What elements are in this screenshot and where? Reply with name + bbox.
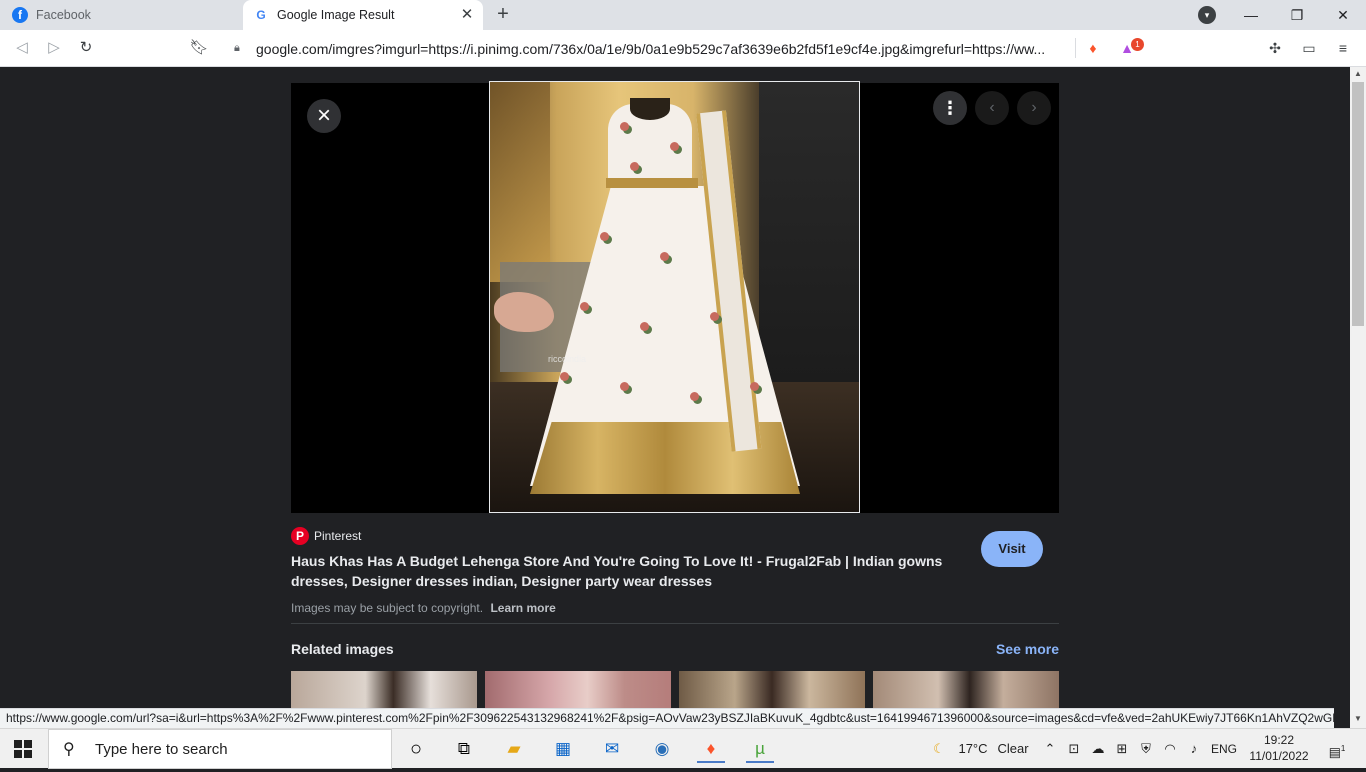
page-content: riccoindia × ⋮ ‹ › P Pinterest Haus Khas… xyxy=(0,67,1350,708)
copyright-notice: Images may be subject to copyright. Lear… xyxy=(291,601,556,615)
flower-print xyxy=(580,302,589,311)
minimize-button[interactable]: — xyxy=(1228,0,1274,30)
visit-button[interactable]: Visit xyxy=(981,531,1043,567)
image-watermark: riccoindia xyxy=(548,354,587,364)
search-icon: ⚲ xyxy=(63,741,75,758)
tab-title: Google Image Result xyxy=(277,8,395,22)
flower-print xyxy=(630,162,639,171)
search-placeholder: Type here to search xyxy=(95,740,228,758)
close-tab-icon[interactable]: ✕ xyxy=(459,7,475,23)
new-tab-button[interactable]: + xyxy=(492,3,514,25)
cortana-icon[interactable]: ○ xyxy=(402,735,430,763)
image-background xyxy=(490,82,550,282)
wifi-icon[interactable]: ◠ xyxy=(1160,729,1180,769)
copyright-text: Images may be subject to copyright. xyxy=(291,601,484,615)
google-icon: G xyxy=(253,7,269,23)
task-view-icon[interactable]: ⧉ xyxy=(450,735,478,763)
related-image-thumbnail[interactable] xyxy=(485,671,671,708)
notification-count: 1 xyxy=(1340,744,1346,753)
mail-icon[interactable]: ✉ xyxy=(598,735,626,763)
section-divider xyxy=(291,623,1059,624)
app-icon[interactable]: ◉ xyxy=(648,735,676,763)
result-title[interactable]: Haus Khas Has A Budget Lehenga Store And… xyxy=(291,551,951,591)
flower-print xyxy=(690,392,699,401)
chevron-up-icon[interactable]: ⌃ xyxy=(1040,729,1060,769)
notifications-icon[interactable]: ▤1 xyxy=(1322,729,1352,769)
system-clock[interactable]: 19:22 11/01/2022 xyxy=(1247,732,1311,764)
flower-print xyxy=(710,312,719,321)
brave-shields-icon[interactable]: ♦ xyxy=(1083,38,1103,58)
extensions-icon[interactable]: ✣ xyxy=(1265,38,1285,58)
defender-icon[interactable]: ⛨ xyxy=(1136,729,1156,769)
tab-strip: f Facebook G Google Image Result ✕ + ▾ —… xyxy=(0,0,1366,30)
flower-print xyxy=(600,232,609,241)
windows-start-icon[interactable] xyxy=(14,740,32,758)
volume-icon[interactable]: ♪ xyxy=(1184,729,1204,769)
source-link[interactable]: P Pinterest xyxy=(291,527,361,545)
menu-icon[interactable]: ≡ xyxy=(1333,38,1353,58)
forward-button[interactable]: ▷ xyxy=(43,37,65,59)
url-text: google.com/imgres?imgurl=https://i.pinim… xyxy=(256,40,1046,57)
next-image-button[interactable]: › xyxy=(1017,91,1051,125)
back-button[interactable]: ◁ xyxy=(11,37,33,59)
preview-image[interactable]: riccoindia xyxy=(489,81,860,513)
dress-neckline xyxy=(630,98,670,120)
brave-browser-icon[interactable]: ♦ xyxy=(697,735,725,763)
facebook-icon: f xyxy=(12,7,28,23)
dress-belt xyxy=(606,178,698,188)
related-image-thumbnail[interactable] xyxy=(679,671,865,708)
link-status-bar: https://www.google.com/url?sa=i&url=http… xyxy=(0,708,1334,728)
flower-print xyxy=(640,322,649,331)
scroll-up-arrow-icon[interactable]: ▲ xyxy=(1350,67,1366,81)
weather-condition[interactable]: Clear xyxy=(993,729,1033,769)
source-name: Pinterest xyxy=(314,529,362,543)
related-image-thumbnail[interactable] xyxy=(873,671,1059,708)
clock-date: 11/01/2022 xyxy=(1249,749,1309,763)
microsoft-store-icon[interactable]: ▦ xyxy=(549,735,577,763)
restore-button[interactable]: ❐ xyxy=(1274,0,1320,30)
related-images-row xyxy=(291,671,1059,708)
tray-app-icon[interactable]: ⊡ xyxy=(1064,729,1084,769)
flower-print xyxy=(560,372,569,381)
related-image-thumbnail[interactable] xyxy=(291,671,477,708)
bookmark-icon[interactable]: 🔖︎ xyxy=(188,37,210,59)
flower-print xyxy=(670,142,679,151)
utorrent-icon[interactable]: µ xyxy=(746,735,774,763)
tab-google-image-result[interactable]: G Google Image Result ✕ xyxy=(243,0,483,30)
clock-time: 19:22 xyxy=(1263,733,1295,747)
browser-toolbar: ◁ ▷ ↻ 🔖︎ 🔒︎ google.com/imgres?imgurl=htt… xyxy=(0,30,1366,67)
close-window-button[interactable]: ✕ xyxy=(1320,0,1366,30)
see-more-link[interactable]: See more xyxy=(996,641,1059,657)
tab-facebook[interactable]: f Facebook xyxy=(0,0,242,30)
more-options-icon[interactable]: ⋮ xyxy=(933,91,967,125)
previous-image-button[interactable]: ‹ xyxy=(975,91,1009,125)
weather-temperature[interactable]: 17°C xyxy=(955,729,991,769)
tray-app-icon[interactable]: ⊞ xyxy=(1112,729,1132,769)
image-viewer: riccoindia × ⋮ ‹ › xyxy=(291,81,1059,513)
taskbar-search-input[interactable]: ⚲ Type here to search xyxy=(48,729,392,769)
flower-print xyxy=(750,382,759,391)
scroll-down-arrow-icon[interactable]: ▼ xyxy=(1350,712,1366,726)
onedrive-icon[interactable]: ☁ xyxy=(1088,729,1108,769)
close-viewer-button[interactable]: × xyxy=(307,99,341,133)
language-indicator[interactable]: ENG xyxy=(1208,729,1240,769)
related-images-heading: Related images xyxy=(291,641,394,657)
weather-moon-icon[interactable]: ☾ xyxy=(928,729,950,769)
flower-print xyxy=(620,122,629,131)
tab-search-icon[interactable]: ▾ xyxy=(1198,6,1216,24)
reload-button[interactable]: ↻ xyxy=(75,37,97,59)
scrollbar-thumb[interactable] xyxy=(1352,82,1364,326)
wallet-icon[interactable]: ▭ xyxy=(1299,38,1319,58)
learn-more-link[interactable]: Learn more xyxy=(490,601,555,615)
tab-title: Facebook xyxy=(36,8,91,22)
lock-icon: 🔒︎ xyxy=(234,42,240,54)
pinterest-icon: P xyxy=(291,527,309,545)
rewards-badge: 1 xyxy=(1131,38,1144,51)
address-bar[interactable]: 🔒︎ google.com/imgres?imgurl=https://i.pi… xyxy=(222,34,1074,63)
flower-print xyxy=(620,382,629,391)
windows-taskbar: ⚲ Type here to search ○ ⧉ ▰ ▦ ✉ ◉ ♦ µ ☾ … xyxy=(0,728,1366,769)
file-explorer-icon[interactable]: ▰ xyxy=(500,735,528,763)
toolbar-divider xyxy=(1075,38,1076,58)
flower-print xyxy=(660,252,669,261)
